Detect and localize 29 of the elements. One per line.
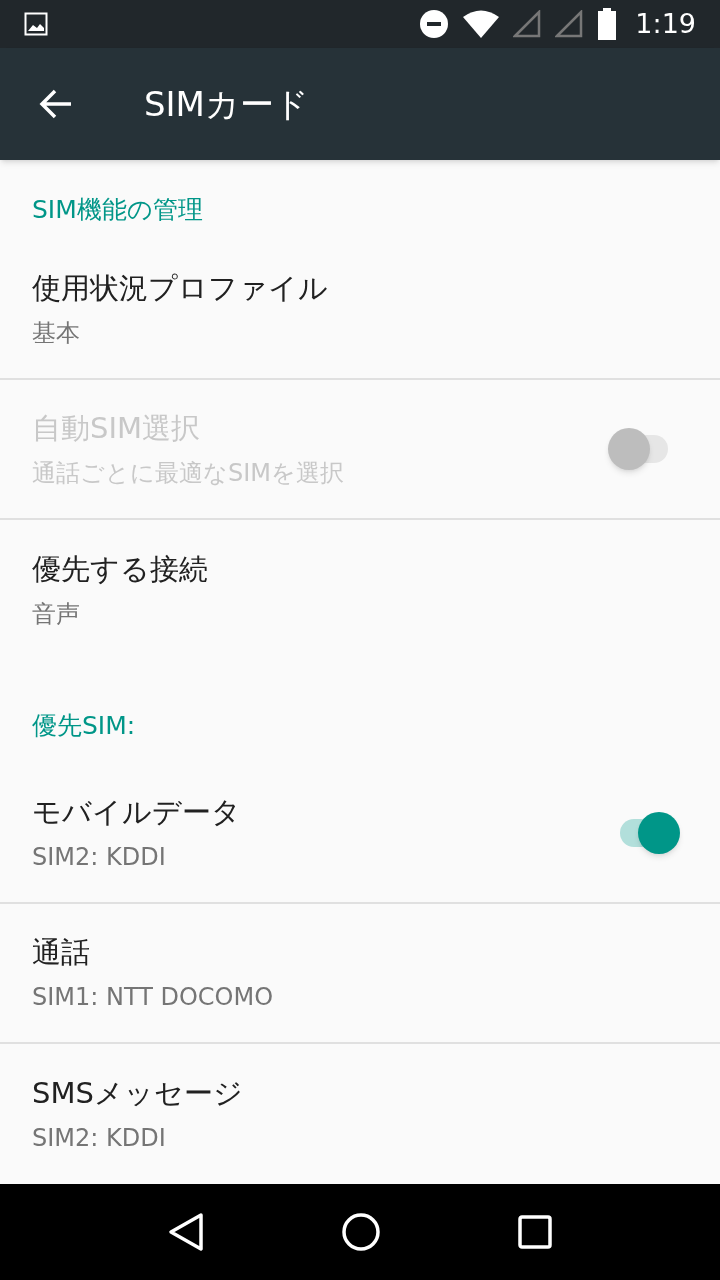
- signal-icon: [555, 10, 584, 38]
- overview-square-icon[interactable]: [517, 1215, 552, 1249]
- item-subtitle: 音声: [32, 598, 81, 630]
- section-header: 優先SIM:: [32, 709, 136, 742]
- item-subtitle: SIM1: NTT DOCOMO: [32, 981, 275, 1013]
- home-circle-icon[interactable]: [341, 1212, 381, 1252]
- signal-icon: [513, 10, 542, 38]
- item-subtitle: SIM2: KDDI: [32, 1122, 167, 1154]
- status-time: 1:19: [635, 6, 696, 41]
- item-title: 通話: [32, 934, 91, 972]
- screen-title: SIMカード: [144, 82, 309, 126]
- battery-icon: [597, 8, 618, 40]
- wifi-icon: [463, 10, 500, 38]
- settings-item[interactable]: 通話 SIM1: NTT DOCOMO: [0, 904, 720, 1044]
- section-header: SIM機能の管理: [32, 193, 203, 226]
- settings-item[interactable]: モバイルデータ SIM2: KDDI: [0, 764, 720, 904]
- item-title: 使用状況プロファイル: [32, 270, 329, 308]
- settings-item[interactable]: 使用状況プロファイル 基本: [0, 240, 720, 380]
- image-icon: [24, 12, 48, 36]
- do-not-disturb-icon: [419, 9, 450, 39]
- item-title: SMSメッセージ: [32, 1075, 244, 1113]
- item-subtitle: 基本: [32, 317, 81, 349]
- item-title: モバイルデータ: [32, 794, 242, 832]
- back-icon: [39, 89, 73, 119]
- settings-item[interactable]: 優先する接続 音声: [0, 520, 720, 660]
- back-triangle-icon[interactable]: [168, 1212, 205, 1252]
- item-subtitle: SIM2: KDDI: [32, 841, 167, 873]
- item-title: 優先する接続: [32, 551, 209, 589]
- settings-item[interactable]: SMSメッセージ SIM2: KDDI: [0, 1044, 720, 1184]
